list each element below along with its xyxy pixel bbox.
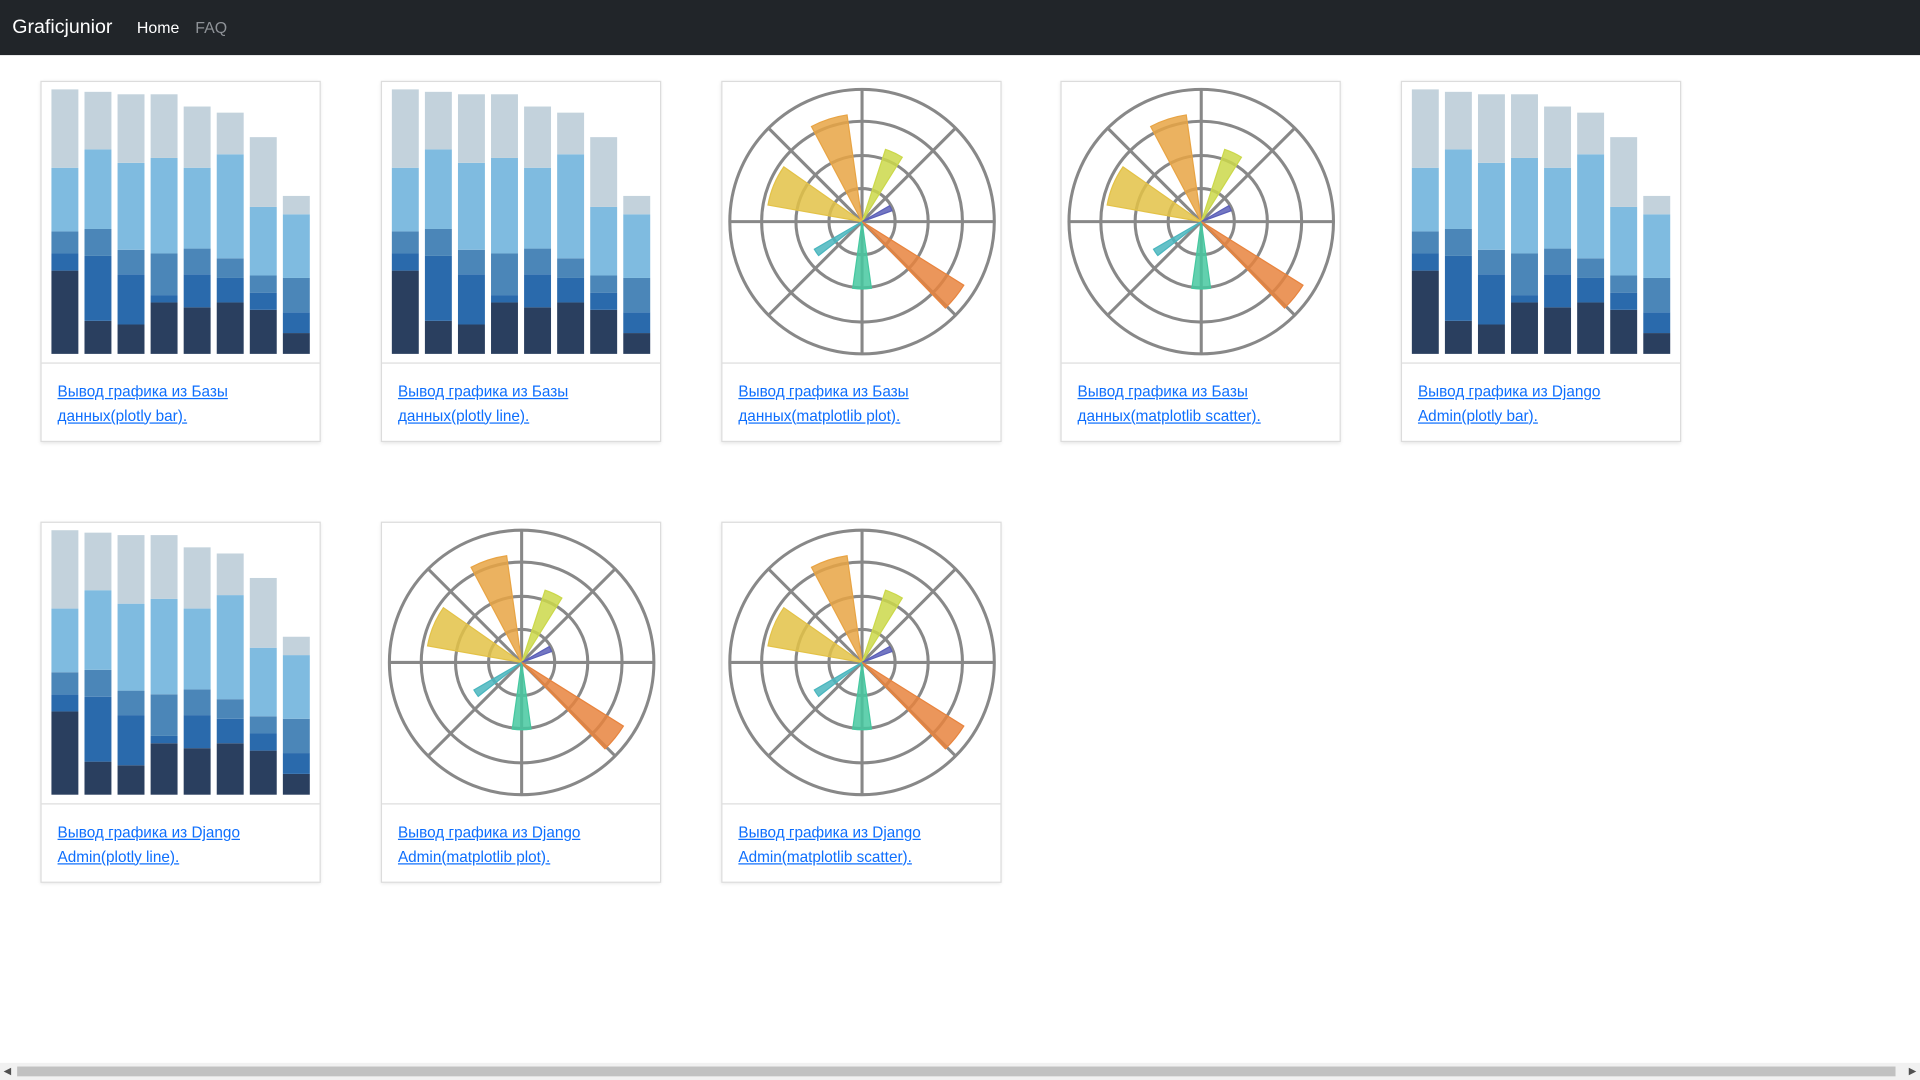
chart-link[interactable]: Вывод графика из Базы данных(plotly line… <box>398 381 648 429</box>
chart-thumbnail-image[interactable] <box>382 523 661 805</box>
chart-card: Вывод графика из Django Admin(matplotlib… <box>721 521 1002 883</box>
nav-link-home[interactable]: Home <box>137 18 179 36</box>
scrollbar-thumb[interactable] <box>17 1066 1896 1077</box>
chart-thumbnail-image[interactable] <box>722 523 1001 805</box>
chart-card: Вывод графика из Django Admin(matplotlib… <box>380 521 662 883</box>
horizontal-scrollbar[interactable]: ◀ ▶ <box>0 1062 1920 1080</box>
chart-card: Вывод графика из Django Admin(plotly bar… <box>1400 80 1682 443</box>
chart-link[interactable]: Вывод графика из Базы данных(matplotlib … <box>1078 381 1328 429</box>
chart-link[interactable]: Вывод графика из Django Admin(matplotlib… <box>738 822 988 870</box>
chart-thumbnail-image[interactable] <box>41 523 320 805</box>
chart-card: Вывод графика из Базы данных(matplotlib … <box>721 80 1002 443</box>
nav-link-faq[interactable]: FAQ <box>195 18 227 36</box>
chart-thumbnail-image[interactable] <box>722 82 1001 364</box>
chart-card: Вывод графика из Базы данных(plotly bar)… <box>40 80 321 443</box>
chart-thumbnail-image[interactable] <box>41 82 320 364</box>
chart-card: Вывод графика из Django Admin(plotly lin… <box>40 521 321 883</box>
chart-link[interactable]: Вывод графика из Базы данных(plotly bar)… <box>58 381 308 429</box>
chart-thumbnail-image[interactable] <box>1061 82 1340 364</box>
chart-card: Вывод графика из Базы данных(matplotlib … <box>1060 80 1341 443</box>
page: Graficjunior Home FAQ Вывод графика из Б… <box>0 0 1920 1080</box>
scroll-left-arrow-icon[interactable]: ◀ <box>4 1065 12 1077</box>
chart-card: Вывод графика из Базы данных(plotly line… <box>380 80 662 443</box>
chart-thumbnail-image[interactable] <box>1402 82 1681 364</box>
scroll-right-arrow-icon[interactable]: ▶ <box>1909 1065 1917 1077</box>
chart-link[interactable]: Вывод графика из Django Admin(plotly bar… <box>1418 381 1668 429</box>
chart-thumbnail-image[interactable] <box>382 82 661 364</box>
chart-link[interactable]: Вывод графика из Базы данных(matplotlib … <box>738 381 988 429</box>
chart-link[interactable]: Вывод графика из Django Admin(matplotlib… <box>398 822 648 870</box>
navbar: Graficjunior Home FAQ <box>0 0 1920 56</box>
chart-link[interactable]: Вывод графика из Django Admin(plotly lin… <box>58 822 308 870</box>
navbar-brand[interactable]: Graficjunior <box>12 17 112 39</box>
